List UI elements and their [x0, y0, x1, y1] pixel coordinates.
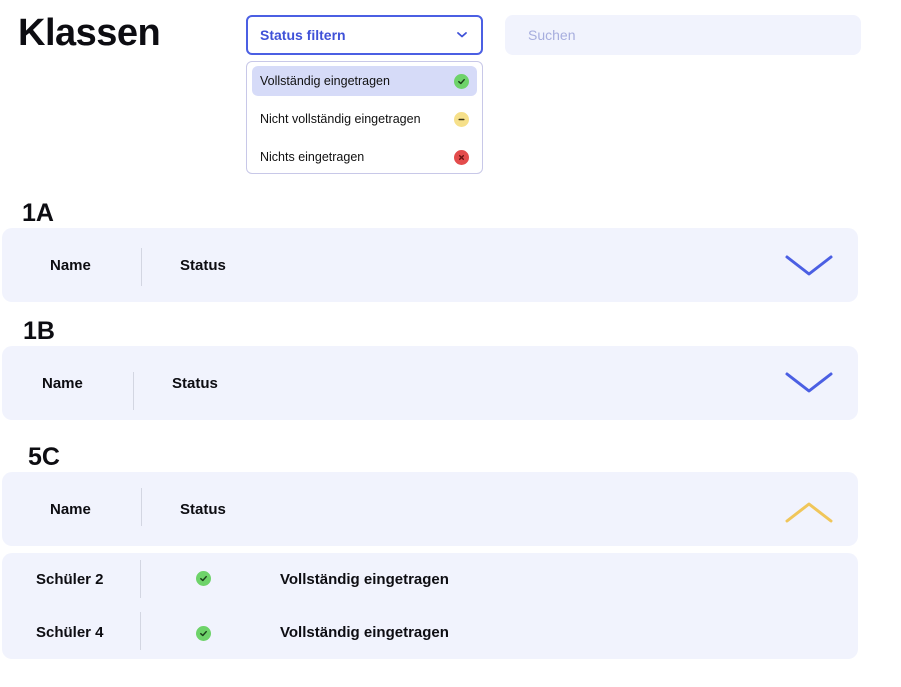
x-icon — [454, 149, 469, 165]
column-name-header: Name — [50, 256, 91, 274]
chevron-down-icon[interactable] — [784, 251, 834, 281]
filter-option-label: Vollständig eingetragen — [260, 74, 390, 88]
student-status: Vollständig eingetragen — [280, 623, 449, 641]
status-filter-select[interactable]: Status filtern — [246, 15, 483, 55]
column-name-header: Name — [50, 500, 91, 518]
student-status: Vollständig eingetragen — [280, 570, 449, 588]
chevron-down-icon[interactable] — [784, 368, 834, 398]
class-bar-1a[interactable]: Name Status — [2, 228, 858, 302]
class-bar-1b[interactable]: Name Status — [2, 346, 858, 420]
column-status-header: Status — [180, 500, 226, 518]
search-input[interactable] — [505, 15, 861, 55]
check-icon — [196, 571, 211, 586]
status-filter-label: Status filtern — [260, 27, 346, 43]
check-icon — [196, 626, 211, 641]
page-title: Klassen — [18, 12, 161, 54]
filter-option-label: Nicht vollständig eingetragen — [260, 112, 421, 126]
class-heading-5c: 5C — [28, 443, 60, 471]
chevron-down-icon — [455, 28, 469, 42]
column-divider — [141, 488, 142, 526]
student-row[interactable]: Schüler 4 Vollständig eingetragen — [2, 606, 858, 658]
column-divider — [140, 612, 141, 650]
status-filter-dropdown: Vollständig eingetragen Nicht vollständi… — [246, 61, 483, 174]
class-heading-1a: 1A — [22, 199, 54, 227]
filter-option-label: Nichts eingetragen — [260, 150, 365, 164]
check-icon — [454, 73, 469, 89]
column-status-header: Status — [180, 256, 226, 274]
student-name: Schüler 4 — [36, 623, 104, 641]
filter-option-partial[interactable]: Nicht vollständig eingetragen — [252, 104, 477, 134]
student-row[interactable]: Schüler 2 Vollständig eingetragen — [2, 553, 858, 605]
column-divider — [140, 560, 141, 598]
column-status-header: Status — [172, 374, 218, 392]
class-bar-5c[interactable]: Name Status — [2, 472, 858, 546]
student-list-5c: Schüler 2 Vollständig eingetragen Schüle… — [2, 553, 858, 659]
filter-option-none[interactable]: Nichts eingetragen — [252, 142, 477, 172]
chevron-up-icon[interactable] — [784, 497, 834, 527]
minus-icon — [454, 111, 469, 127]
column-name-header: Name — [42, 374, 83, 392]
column-divider — [141, 248, 142, 286]
student-name: Schüler 2 — [36, 570, 104, 588]
filter-option-complete[interactable]: Vollständig eingetragen — [252, 66, 477, 96]
class-heading-1b: 1B — [23, 317, 55, 345]
column-divider — [133, 372, 134, 410]
